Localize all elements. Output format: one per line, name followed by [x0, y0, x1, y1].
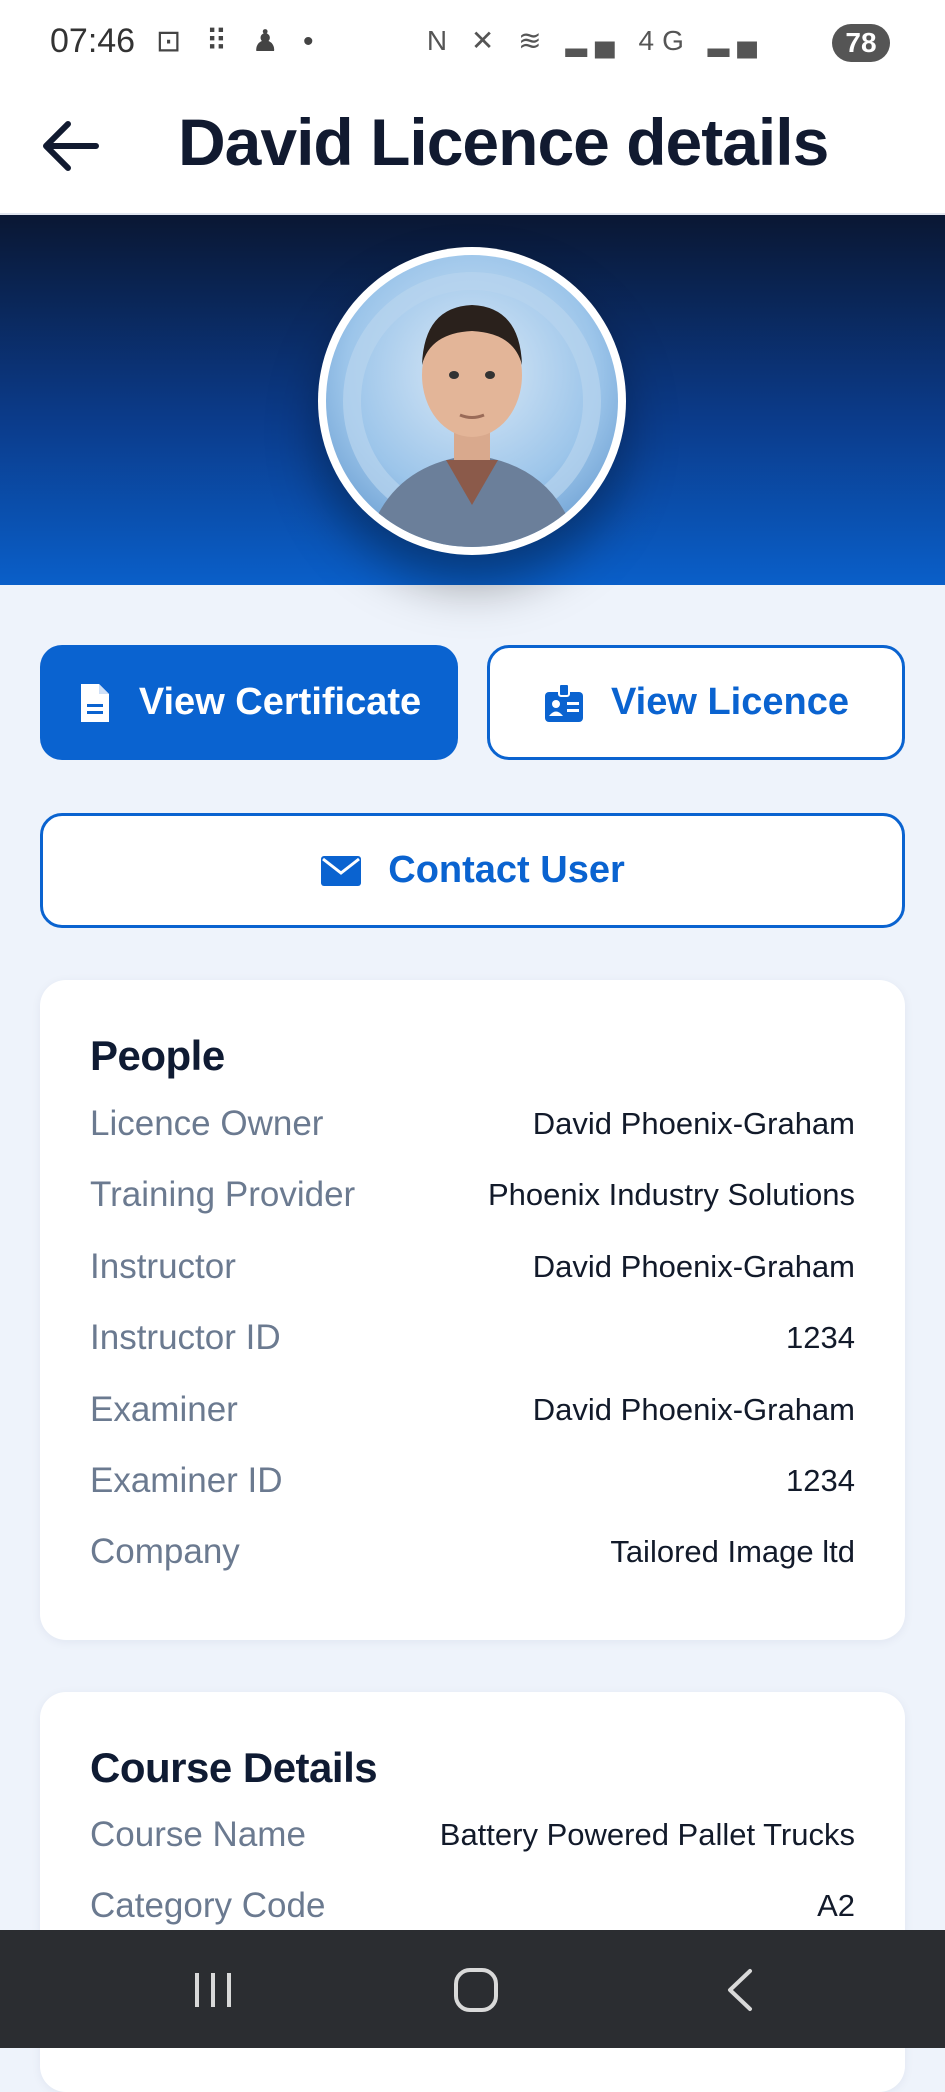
profile-photo	[326, 255, 618, 547]
row-value: Battery Powered Pallet Trucks	[439, 1817, 855, 1852]
row-value: Phoenix Industry Solutions	[487, 1177, 855, 1212]
people-row: Examiner ID 1234	[90, 1451, 855, 1511]
battery-indicator: 78	[832, 24, 890, 62]
row-label: Instructor ID	[90, 1318, 281, 1357]
people-row: Training Provider Phoenix Industry Solut…	[90, 1165, 855, 1225]
view-licence-button[interactable]: View Licence	[487, 645, 905, 760]
row-label: Category Code	[90, 1886, 326, 1925]
contact-user-label: Contact User	[388, 849, 625, 891]
home-icon[interactable]	[446, 1965, 506, 2015]
row-value: 1234	[786, 1320, 855, 1355]
system-status-icons: N ✕ ≋ ▂▄ 4G ▂▄	[426, 25, 765, 56]
row-label: Training Provider	[90, 1175, 356, 1214]
row-label: Course Name	[90, 1815, 306, 1854]
course-details-title: Course Details	[90, 1744, 378, 1791]
back-arrow-icon[interactable]	[36, 110, 108, 182]
people-row: Instructor ID 1234	[90, 1308, 855, 1368]
document-icon	[80, 683, 109, 722]
people-row: Examiner David Phoenix-Graham	[90, 1380, 855, 1440]
people-row: Company Tailored Image ltd	[90, 1522, 855, 1582]
notification-icons: ⊡ ⠿ ♟ •	[156, 25, 322, 58]
row-value: David Phoenix-Graham	[532, 1392, 855, 1427]
course-row: Category Code A2	[90, 1876, 855, 1936]
people-title: People	[90, 1032, 225, 1079]
envelope-icon	[321, 855, 362, 886]
recent-apps-icon[interactable]	[183, 1965, 243, 2015]
row-label: Examiner	[90, 1390, 238, 1429]
people-row: Licence Owner David Phoenix-Graham	[90, 1094, 855, 1154]
view-certificate-label: View Certificate	[138, 681, 422, 723]
profile-avatar	[318, 247, 626, 555]
back-icon[interactable]	[712, 1965, 772, 2015]
status-bar: 07:46 ⊡ ⠿ ♟ • N ✕ ≋ ▂▄ 4G ▂▄ 78	[0, 0, 945, 88]
row-label: Examiner ID	[90, 1461, 283, 1500]
row-label: Licence Owner	[90, 1104, 324, 1143]
app-bar: David Licence details	[0, 88, 945, 215]
course-row: Course Name Battery Powered Pallet Truck…	[90, 1805, 855, 1865]
view-licence-label: View Licence	[611, 681, 849, 723]
view-certificate-button[interactable]: View Certificate	[40, 645, 458, 760]
row-value: Tailored Image ltd	[610, 1534, 855, 1569]
row-label: Company	[90, 1532, 240, 1571]
row-value: A2	[817, 1888, 855, 1923]
row-value: 1234	[786, 1463, 855, 1498]
status-time: 07:46	[50, 22, 136, 60]
contact-user-button[interactable]: Contact User	[40, 813, 905, 928]
page-title: David Licence details	[178, 105, 829, 179]
people-card: People Licence Owner David Phoenix-Graha…	[40, 980, 905, 1640]
row-value: David Phoenix-Graham	[532, 1249, 855, 1284]
id-badge-icon	[545, 682, 583, 722]
people-row: Instructor David Phoenix-Graham	[90, 1237, 855, 1297]
row-value: David Phoenix-Graham	[532, 1106, 855, 1141]
row-label: Instructor	[90, 1247, 236, 1286]
system-navigation-bar	[0, 1930, 945, 2048]
